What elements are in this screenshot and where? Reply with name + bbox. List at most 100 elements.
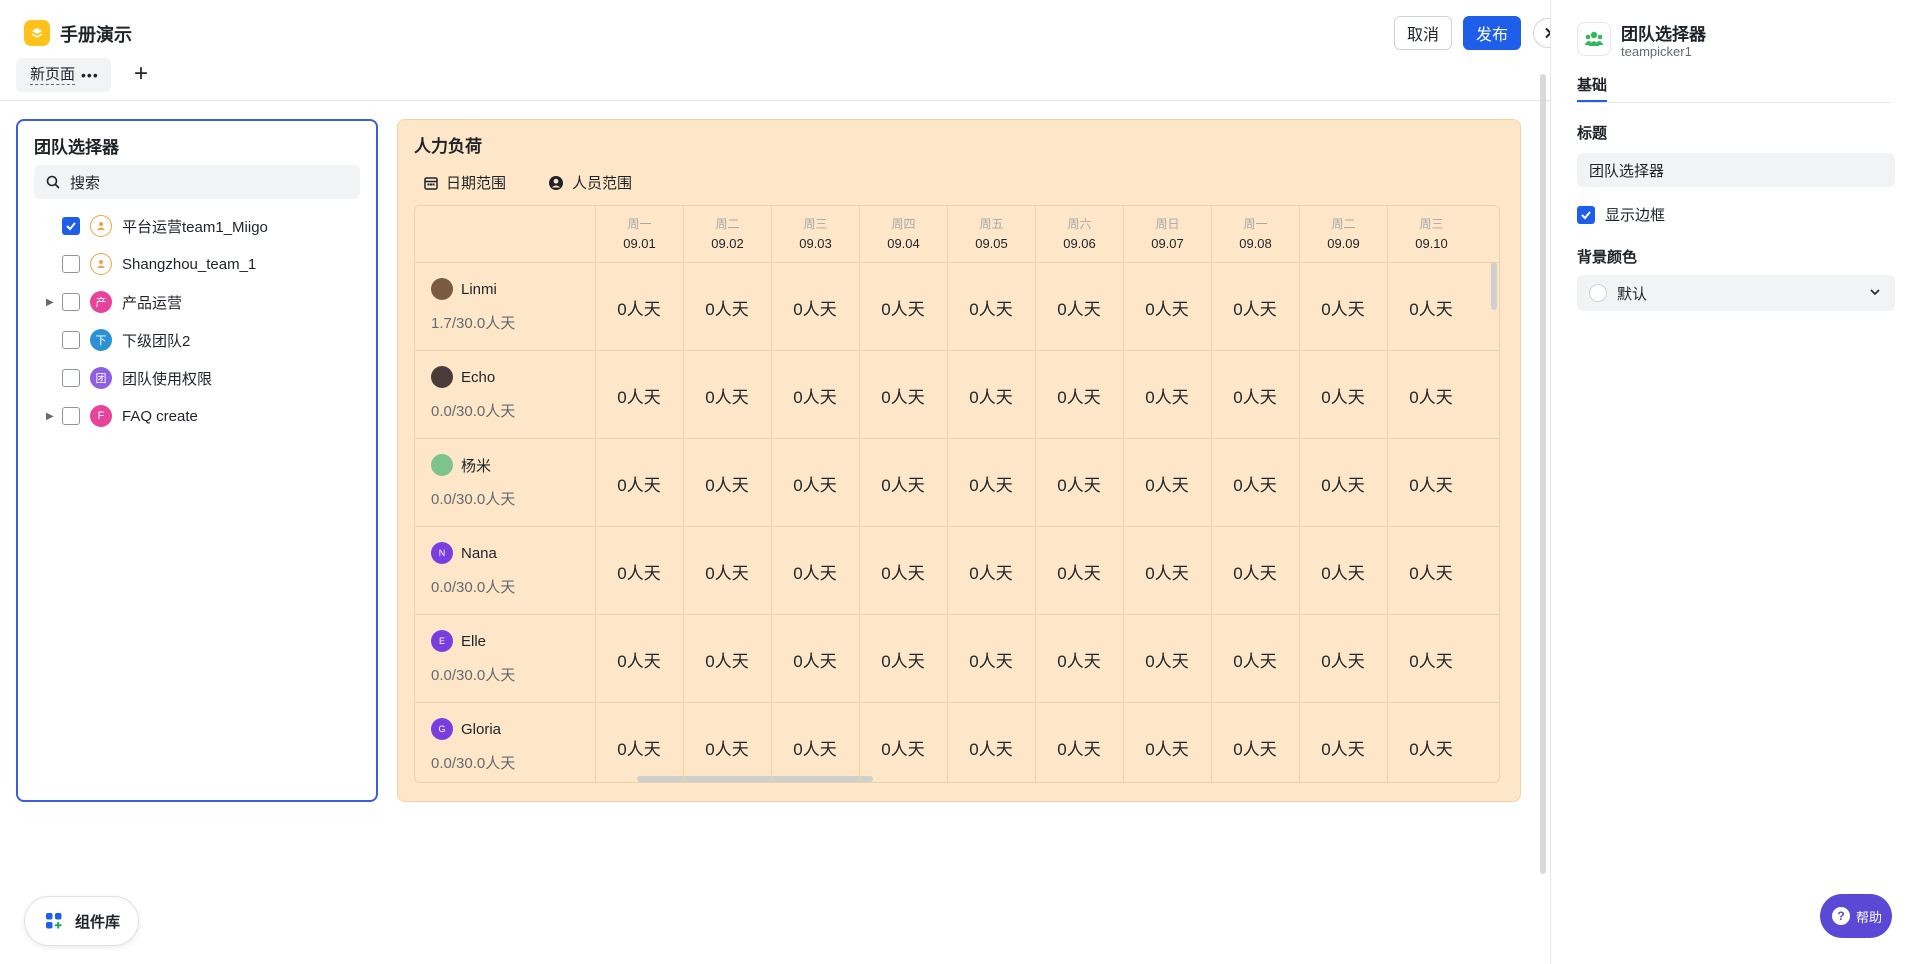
team-picker-card[interactable]: 团队选择器 搜索 平台运营team1_Miigo Shangzhou_team_1… xyxy=(16,119,378,802)
column-header: 周二 09.09 xyxy=(1299,206,1387,262)
help-button[interactable]: ? 帮助 xyxy=(1820,894,1892,938)
workload-cell[interactable]: 0人天 xyxy=(1299,295,1387,320)
workload-cell[interactable]: 0人天 xyxy=(1299,559,1387,584)
page-tab-new[interactable]: 新页面 ••• xyxy=(16,58,111,92)
workload-cell[interactable]: 0人天 xyxy=(1299,735,1387,760)
workload-cell[interactable]: 0人天 xyxy=(859,295,947,320)
team-tree-item[interactable]: 平台运营team1_Miigo xyxy=(34,211,364,241)
workload-cell[interactable]: 0人天 xyxy=(595,295,683,320)
workload-cell[interactable]: 0人天 xyxy=(1035,383,1123,408)
app-title: 手册演示 xyxy=(60,25,132,45)
workload-cell[interactable]: 0人天 xyxy=(683,735,771,760)
workload-cell[interactable]: 0人天 xyxy=(947,559,1035,584)
team-checkbox[interactable] xyxy=(62,407,80,425)
workload-cell[interactable]: 0人天 xyxy=(1035,735,1123,760)
workload-cell[interactable]: 0人天 xyxy=(683,383,771,408)
page-scrollbar[interactable] xyxy=(1540,74,1546,874)
workload-cell[interactable]: 0人天 xyxy=(1123,647,1211,672)
checkbox-checked[interactable] xyxy=(1577,205,1595,224)
column-day: 周三 xyxy=(803,217,828,231)
workload-cell[interactable]: 0人天 xyxy=(595,559,683,584)
bg-color-select[interactable]: 默认 xyxy=(1577,275,1895,311)
workload-cell[interactable]: 0人天 xyxy=(1211,559,1299,584)
component-library-button[interactable]: 组件库 xyxy=(24,896,139,946)
workload-cell[interactable]: 0人天 xyxy=(1387,295,1475,320)
date-range-filter[interactable]: 日期范围 xyxy=(424,172,506,193)
workload-cell[interactable]: 0人天 xyxy=(1299,647,1387,672)
workload-cell[interactable]: 0人天 xyxy=(1123,735,1211,760)
workload-cell[interactable]: 0人天 xyxy=(859,559,947,584)
cancel-button[interactable]: 取消 xyxy=(1394,16,1452,50)
show-border-checkbox[interactable]: 显示边框 xyxy=(1577,204,1665,225)
workload-cell[interactable]: 0人天 xyxy=(683,647,771,672)
caret-right-icon[interactable]: ▶ xyxy=(46,297,58,308)
workload-cell[interactable]: 0人天 xyxy=(771,295,859,320)
workload-cell[interactable]: 0人天 xyxy=(683,295,771,320)
team-tree-item[interactable]: 下下级团队2 xyxy=(34,325,364,355)
workload-cell[interactable]: 0人天 xyxy=(1211,735,1299,760)
workload-cell[interactable]: 0人天 xyxy=(1035,471,1123,496)
vertical-scrollbar[interactable] xyxy=(1491,262,1497,310)
workload-cell[interactable]: 0人天 xyxy=(771,647,859,672)
workload-cell[interactable]: 0人天 xyxy=(947,295,1035,320)
workload-cell[interactable]: 0人天 xyxy=(595,647,683,672)
team-checkbox[interactable] xyxy=(62,255,80,273)
workload-cell[interactable]: 0人天 xyxy=(1123,295,1211,320)
workload-cell[interactable]: 0人天 xyxy=(1211,471,1299,496)
workload-cell[interactable]: 0人天 xyxy=(1211,295,1299,320)
workload-cell[interactable]: 0人天 xyxy=(1387,383,1475,408)
people-range-filter[interactable]: 人员范围 xyxy=(548,172,632,193)
workload-cell[interactable]: 0人天 xyxy=(595,735,683,760)
workload-cell[interactable]: 0人天 xyxy=(595,471,683,496)
workload-cell[interactable]: 0人天 xyxy=(1035,295,1123,320)
workload-cell[interactable]: 0人天 xyxy=(1387,471,1475,496)
team-tree-item[interactable]: Shangzhou_team_1 xyxy=(34,249,364,279)
workload-cell[interactable]: 0人天 xyxy=(1035,647,1123,672)
team-checkbox[interactable] xyxy=(62,217,80,235)
workload-cell[interactable]: 0人天 xyxy=(859,471,947,496)
workload-cell[interactable]: 0人天 xyxy=(1123,559,1211,584)
more-icon[interactable]: ••• xyxy=(81,67,99,83)
workload-cell[interactable]: 0人天 xyxy=(1211,647,1299,672)
caret-right-icon[interactable]: ▶ xyxy=(46,411,58,422)
tab-basic[interactable]: 基础 xyxy=(1577,74,1607,95)
workload-cell[interactable]: 0人天 xyxy=(1123,471,1211,496)
search-input[interactable]: 搜索 xyxy=(34,165,360,199)
workload-cell[interactable]: 0人天 xyxy=(947,471,1035,496)
workload-cell[interactable]: 0人天 xyxy=(1299,383,1387,408)
workload-cell[interactable]: 0人天 xyxy=(859,647,947,672)
workload-cell[interactable]: 0人天 xyxy=(1387,647,1475,672)
property-panel: 团队选择器 teampicker1 基础 标题 团队选择器 显示边框 背景颜色 … xyxy=(1550,0,1916,964)
column-day: 周一 xyxy=(1243,217,1268,231)
workload-cell[interactable]: 0人天 xyxy=(1387,559,1475,584)
workload-cell[interactable]: 0人天 xyxy=(859,383,947,408)
workload-cell[interactable]: 0人天 xyxy=(683,471,771,496)
title-input[interactable]: 团队选择器 xyxy=(1577,153,1895,187)
workload-cell[interactable]: 0人天 xyxy=(947,383,1035,408)
workload-cell[interactable]: 0人天 xyxy=(1123,383,1211,408)
workload-grid: 周一 09.01 周二 09.02 周三 09.03 周四 09.04 周五 09.05 周六 09.… xyxy=(414,205,1500,783)
workload-cell[interactable]: 0人天 xyxy=(1299,471,1387,496)
workload-cell[interactable]: 0人天 xyxy=(947,735,1035,760)
team-tree-item[interactable]: ▶ 产产品运营 xyxy=(34,287,364,317)
workload-cell[interactable]: 0人天 xyxy=(683,559,771,584)
workload-cell[interactable]: 0人天 xyxy=(1211,383,1299,408)
workload-cell[interactable]: 0人天 xyxy=(771,471,859,496)
workload-cell[interactable]: 0人天 xyxy=(771,735,859,760)
search-icon xyxy=(46,175,60,189)
team-checkbox[interactable] xyxy=(62,293,80,311)
team-tree-item[interactable]: 团团队使用权限 xyxy=(34,363,364,393)
team-checkbox[interactable] xyxy=(62,331,80,349)
add-page-button[interactable]: + xyxy=(134,60,148,88)
workload-cell[interactable]: 0人天 xyxy=(595,383,683,408)
workload-cell[interactable]: 0人天 xyxy=(1035,559,1123,584)
workload-cell[interactable]: 0人天 xyxy=(771,383,859,408)
workload-cell[interactable]: 0人天 xyxy=(947,647,1035,672)
workload-cell[interactable]: 0人天 xyxy=(771,559,859,584)
workload-cell[interactable]: 0人天 xyxy=(1387,735,1475,760)
team-checkbox[interactable] xyxy=(62,369,80,387)
publish-button[interactable]: 发布 xyxy=(1463,16,1521,50)
team-tree-item[interactable]: ▶ F FAQ create xyxy=(34,401,364,431)
workload-cell[interactable]: 0人天 xyxy=(859,735,947,760)
horizontal-scrollbar[interactable] xyxy=(637,776,873,782)
